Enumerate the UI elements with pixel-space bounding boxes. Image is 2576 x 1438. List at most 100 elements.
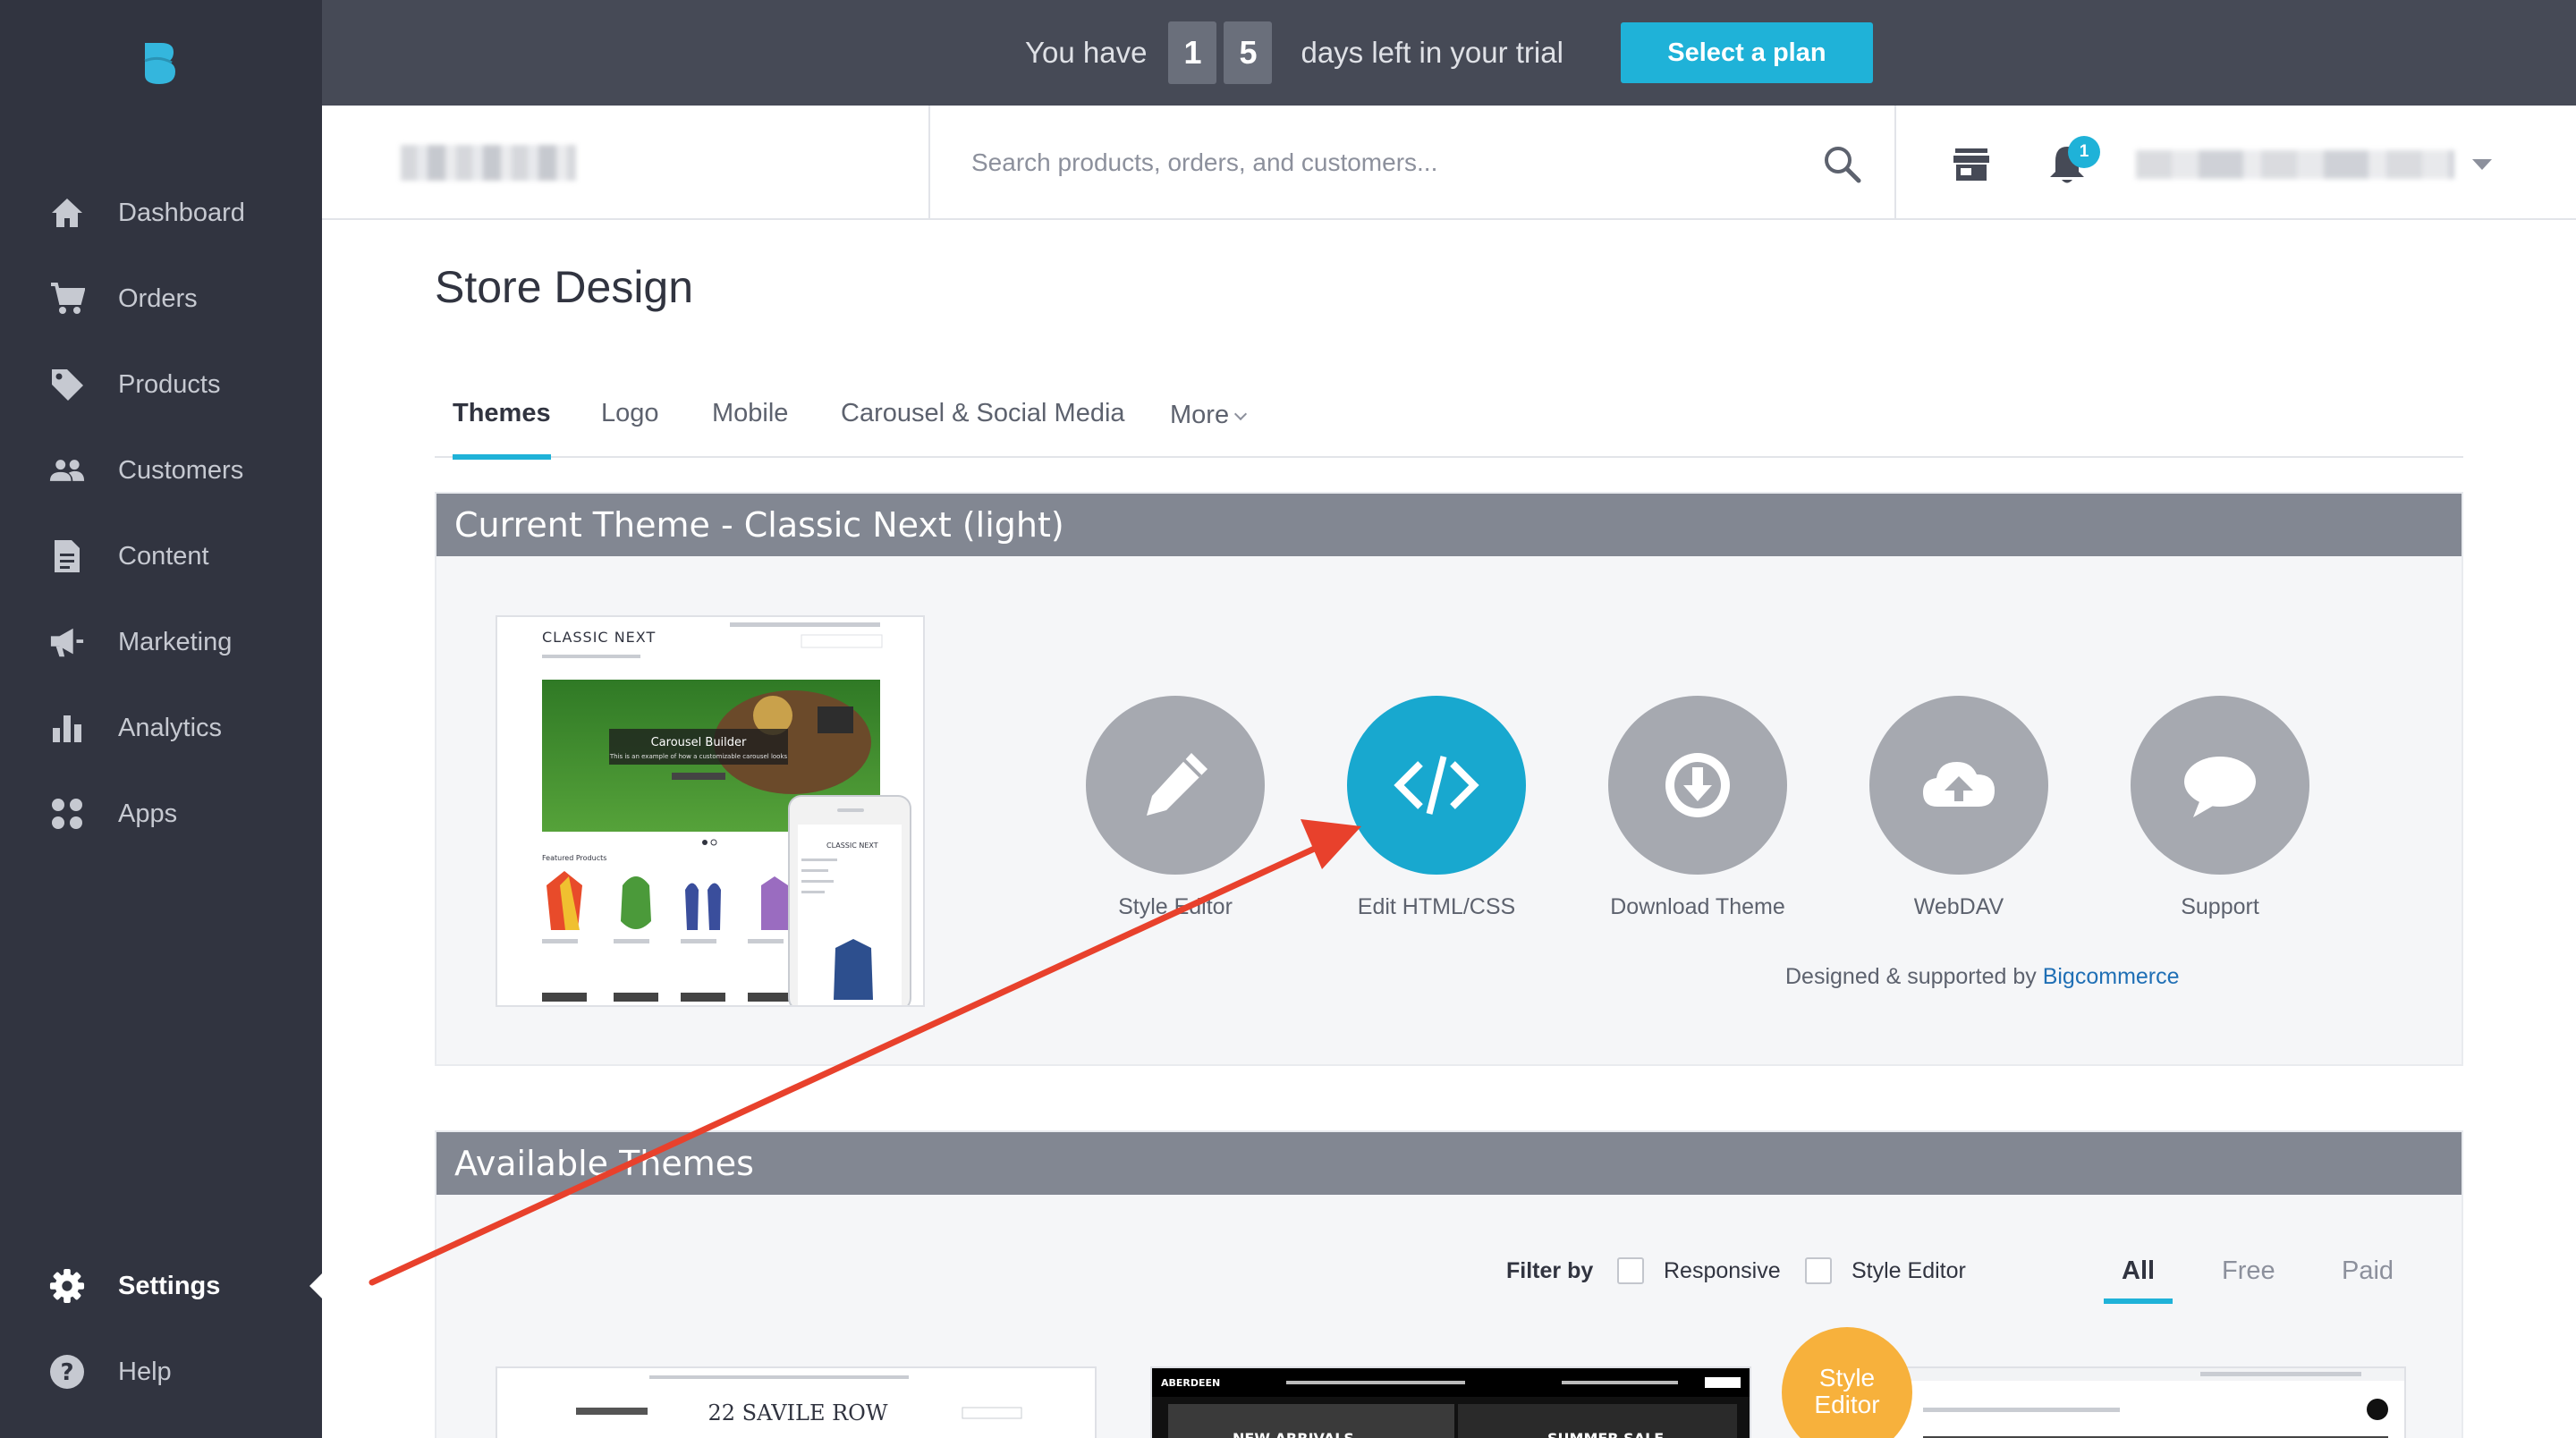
trial-text-suffix: days left in your trial xyxy=(1301,36,1563,69)
panel-header: Current Theme - Classic Next (light) xyxy=(436,494,2462,556)
theme-thumb-banner-right: SUMMER SALE xyxy=(1547,1430,1664,1438)
filter-by-label: Filter by xyxy=(1506,1258,1594,1283)
action-label: Edit HTML/CSS xyxy=(1357,894,1516,919)
apps-grid-icon xyxy=(49,796,85,832)
theme-thumb-name: 22 SAVILE ROW xyxy=(708,1400,887,1425)
sidebar-item-settings[interactable]: Settings xyxy=(0,1243,322,1329)
top-header: 1 xyxy=(322,106,2576,220)
tab-label: Logo xyxy=(601,399,659,427)
sidebar-item-label: Apps xyxy=(118,799,178,828)
storefront-icon[interactable] xyxy=(1952,145,1991,184)
sidebar-item-label: Marketing xyxy=(118,628,233,656)
store-name-redacted xyxy=(401,145,576,181)
preview-featured: Featured Products xyxy=(542,854,606,862)
sidebar: Dashboard Orders Products Customers Cont… xyxy=(0,0,322,1438)
sidebar-item-label: Analytics xyxy=(118,714,223,742)
tab-mobile[interactable]: Mobile xyxy=(712,386,788,458)
tab-more[interactable]: More xyxy=(1170,388,1248,460)
page-title: Store Design xyxy=(435,262,694,312)
sidebar-item-analytics[interactable]: Analytics xyxy=(0,685,322,771)
style-editor-button[interactable] xyxy=(1086,696,1265,875)
support-action: Support xyxy=(2113,696,2327,920)
download-theme-button[interactable] xyxy=(1608,696,1787,875)
tab-carousel-social-media[interactable]: Carousel & Social Media xyxy=(841,386,1125,458)
active-indicator xyxy=(309,1273,322,1298)
panel-header: Available Themes xyxy=(436,1132,2462,1195)
sidebar-item-label: Settings xyxy=(118,1272,221,1300)
chevron-down-icon[interactable] xyxy=(2472,159,2492,170)
edit-html-css-action: Edit HTML/CSS xyxy=(1329,696,1544,920)
badge-line: Editor xyxy=(1814,1391,1880,1418)
trial-digit: 5 xyxy=(1224,21,1273,84)
tab-label: Carousel & Social Media xyxy=(841,399,1125,427)
support-button[interactable] xyxy=(2131,696,2309,875)
designed-by-prefix: Designed & supported by xyxy=(1785,964,2037,989)
tab-paid[interactable]: Paid xyxy=(2342,1248,2394,1293)
style-editor-label[interactable]: Style Editor xyxy=(1852,1248,1966,1293)
chevron-down-icon xyxy=(1234,407,1248,421)
style-editor-badge: Style Editor xyxy=(1782,1327,1912,1438)
help-icon: ? xyxy=(49,1354,85,1390)
document-icon xyxy=(49,538,85,574)
theme-thumb-banner-left: NEW ARRIVALS xyxy=(1233,1430,1354,1438)
bar-chart-icon xyxy=(49,710,85,746)
sidebar-item-help[interactable]: ? Help xyxy=(0,1329,322,1415)
sidebar-item-content[interactable]: Content xyxy=(0,513,322,599)
tab-label: Mobile xyxy=(712,399,789,427)
tab-themes[interactable]: Themes xyxy=(453,386,551,460)
cart-icon xyxy=(49,281,85,317)
action-label: Support xyxy=(2181,894,2259,919)
tab-label: More xyxy=(1170,401,1230,429)
style-editor-action: Style Editor xyxy=(1068,696,1283,920)
user-account-redacted[interactable] xyxy=(2136,150,2454,179)
megaphone-icon xyxy=(49,624,85,660)
edit-html-css-button[interactable] xyxy=(1347,696,1526,875)
cloud-upload-icon xyxy=(1923,762,1995,807)
people-icon xyxy=(49,453,85,488)
tag-icon xyxy=(49,367,85,402)
style-editor-checkbox[interactable] xyxy=(1805,1257,1832,1284)
theme-thumb-graphic: 22 SAVILE ROW xyxy=(576,1375,1022,1425)
home-icon xyxy=(49,195,85,231)
theme-preview-graphic: CLASSIC NEXT Carousel Builder This is an… xyxy=(497,617,923,1005)
theme-thumb-name: ABERDEEN xyxy=(1161,1377,1220,1389)
sidebar-item-products[interactable]: Products xyxy=(0,342,322,427)
designed-by-note: Designed & supported by Bigcommerce xyxy=(1785,964,2180,990)
sidebar-item-label: Customers xyxy=(118,456,244,485)
download-theme-action: Download Theme xyxy=(1590,696,1805,920)
trial-digit: 1 xyxy=(1168,21,1217,84)
current-theme-title: Current Theme - Classic Next (light) xyxy=(454,505,1064,545)
sidebar-item-marketing[interactable]: Marketing xyxy=(0,599,322,685)
webdav-button[interactable] xyxy=(1869,696,2048,875)
search-icon[interactable] xyxy=(1821,143,1862,184)
responsive-label[interactable]: Responsive xyxy=(1664,1248,1781,1293)
download-icon xyxy=(1665,753,1730,817)
trial-days-counter: 1 5 xyxy=(1165,21,1275,84)
available-themes-title: Available Themes xyxy=(454,1144,754,1183)
sidebar-item-customers[interactable]: Customers xyxy=(0,427,322,513)
theme-thumb-aberdeen[interactable]: ABERDEEN NEW ARRIVALS SUMMER SALE xyxy=(1150,1366,1751,1438)
gear-icon xyxy=(49,1268,85,1304)
tab-all[interactable]: All xyxy=(2103,1248,2174,1304)
bigcommerce-logo-icon[interactable] xyxy=(141,39,179,86)
theme-thumb-savile-row[interactable]: 22 SAVILE ROW xyxy=(496,1366,1097,1438)
tab-logo[interactable]: Logo xyxy=(601,386,659,458)
sidebar-item-orders[interactable]: Orders xyxy=(0,256,322,342)
chat-bubble-icon xyxy=(2184,757,2256,817)
current-theme-preview[interactable]: CLASSIC NEXT Carousel Builder This is an… xyxy=(496,615,925,1007)
sidebar-item-apps[interactable]: Apps xyxy=(0,771,322,857)
preview-carousel-sub: This is an example of how a customizable… xyxy=(609,753,788,760)
sidebar-item-label: Orders xyxy=(118,284,198,313)
action-label: WebDAV xyxy=(1913,894,2004,919)
action-label: Download Theme xyxy=(1610,894,1785,919)
sidebar-item-dashboard[interactable]: Dashboard xyxy=(0,170,322,256)
select-plan-button[interactable]: Select a plan xyxy=(1620,22,1873,83)
tab-free[interactable]: Free xyxy=(2222,1248,2275,1293)
webdav-action: WebDAV xyxy=(1852,696,2066,920)
responsive-checkbox[interactable] xyxy=(1617,1257,1644,1284)
bigcommerce-link[interactable]: Bigcommerce xyxy=(2043,964,2180,989)
sidebar-item-label: Help xyxy=(118,1358,172,1386)
code-icon xyxy=(1394,756,1479,815)
sidebar-item-label: Dashboard xyxy=(118,199,245,227)
search-input[interactable] xyxy=(971,138,1454,188)
